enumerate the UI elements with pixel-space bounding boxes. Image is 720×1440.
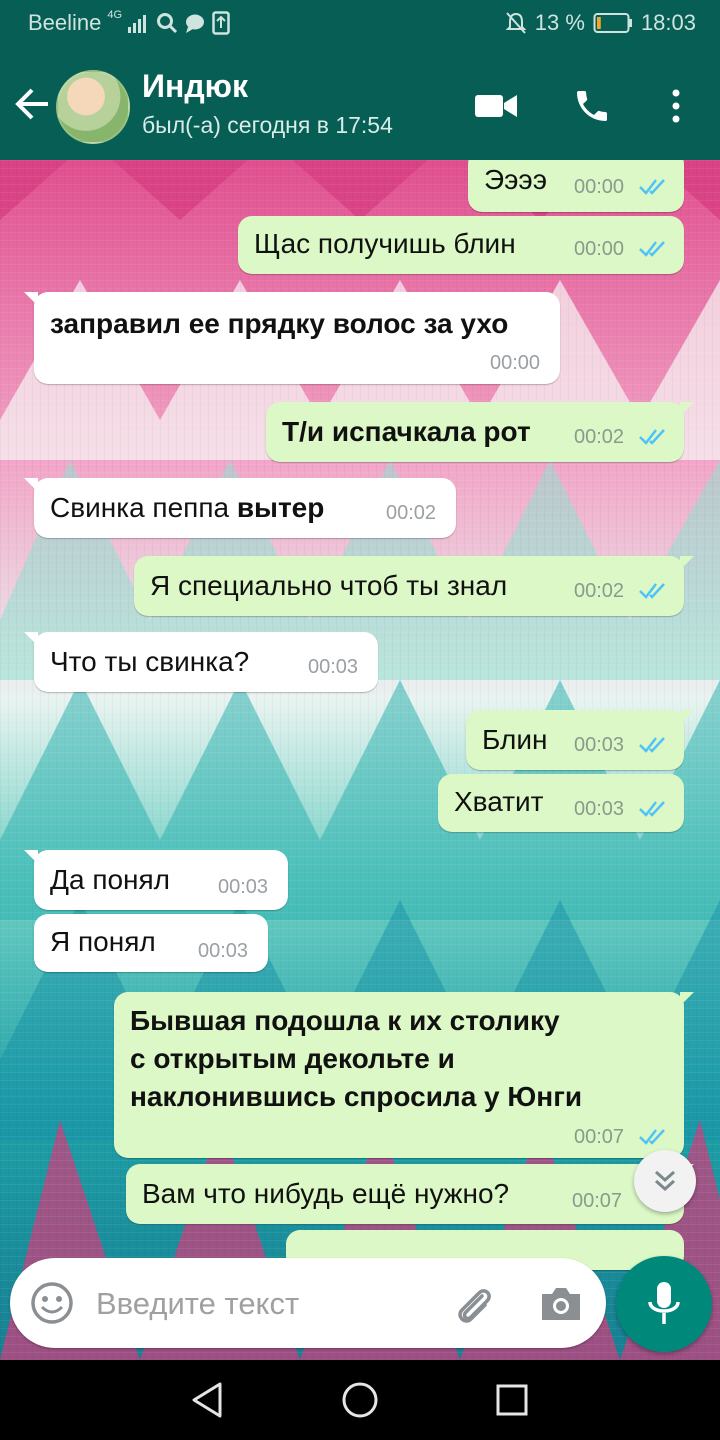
bubble-tail — [680, 992, 694, 1006]
message-bubble-incoming[interactable]: Да понял 00:03 — [24, 850, 288, 910]
message-time: 00:03 — [198, 940, 249, 962]
emoji-icon[interactable] — [30, 1281, 74, 1325]
message-text: Я понял — [50, 926, 156, 957]
bubble-tail — [680, 402, 694, 416]
message-text: Свинка пеппа вытер — [50, 492, 324, 524]
double-chevron-down-icon — [655, 1170, 675, 1192]
contact-name[interactable]: Индюк — [142, 68, 248, 105]
mute-bell-icon — [505, 11, 527, 35]
message-line: с открытым декольте и — [130, 1043, 455, 1074]
read-tick-icon — [639, 179, 665, 195]
bubble-tail — [24, 292, 38, 306]
message-time: 00:03 — [218, 876, 269, 898]
mic-icon — [648, 1282, 680, 1324]
chat-header: Индюк был(-а) сегодня в 17:54 — [0, 48, 720, 160]
message-time: 00:00 — [574, 176, 625, 198]
battery-icon — [593, 12, 633, 34]
more-vert-icon[interactable] — [654, 84, 698, 128]
message-text: Щас получишь блин — [254, 228, 516, 259]
message-bubble-incoming[interactable]: заправил ее прядку волос за ухо 00:00 — [24, 292, 560, 384]
message-time: 00:07 — [572, 1190, 623, 1212]
message-composer — [10, 1258, 606, 1348]
message-text: Хватит — [454, 786, 544, 817]
message-line: Бывшая подошла к их столику — [130, 1005, 560, 1036]
mic-button[interactable] — [616, 1256, 712, 1352]
nav-recents-icon[interactable] — [490, 1378, 534, 1422]
message-bubble-incoming[interactable]: Свинка пеппа вытер 00:02 — [24, 478, 456, 538]
signal-icon — [128, 13, 150, 33]
attach-icon[interactable] — [450, 1282, 496, 1328]
clock: 18:03 — [640, 10, 696, 35]
message-bubble-outgoing[interactable]: Вам что нибудь ещё нужно? 00:07 — [126, 1164, 694, 1224]
message-time: 00:03 — [574, 798, 625, 820]
scroll-down-button[interactable] — [634, 1150, 696, 1212]
message-text-plain: Свинка пеппа — [50, 492, 237, 523]
network-type: 4G — [107, 9, 123, 21]
bubble-tail — [24, 478, 38, 492]
message-bubble-outgoing[interactable]: Блин 00:03 — [466, 710, 694, 770]
nav-home-icon[interactable] — [338, 1378, 382, 1422]
upload-icon — [212, 11, 230, 35]
read-tick-icon — [639, 801, 665, 817]
message-bubble-outgoing[interactable]: Т/и испачкала рот 00:02 — [266, 402, 694, 462]
back-arrow-icon[interactable] — [12, 84, 52, 124]
nav-back-icon[interactable] — [186, 1378, 230, 1422]
read-tick-icon — [639, 737, 665, 753]
message-text: Я специально чтоб ты знал — [150, 570, 508, 601]
message-text: Т/и испачкала рот — [282, 416, 531, 447]
message-time: 00:00 — [490, 352, 541, 374]
camera-icon[interactable] — [538, 1284, 584, 1324]
message-bubble-outgoing[interactable]: Я специально чтоб ты знал 00:02 — [134, 556, 694, 616]
message-bubble-outgoing[interactable]: Ээээ 00:00 — [468, 160, 684, 212]
message-time: 00:00 — [574, 238, 625, 260]
message-time: 00:03 — [574, 734, 625, 756]
chat-area[interactable]: Ээээ 00:00 Щас получишь блин 00:00 запра… — [0, 160, 720, 1360]
message-time: 00:07 — [574, 1126, 625, 1148]
message-text: Да понял — [50, 864, 171, 895]
message-text: Вам что нибудь ещё нужно? — [142, 1178, 510, 1209]
search-icon — [156, 12, 178, 34]
message-line: наклонившись спросила у Юнги — [130, 1081, 583, 1112]
bubble-tail — [680, 556, 694, 570]
message-text: Бывшая подошла к их столику с открытым д… — [130, 1002, 582, 1116]
system-nav-bar — [0, 1360, 720, 1440]
bubble-tail — [24, 632, 38, 646]
video-call-icon[interactable] — [474, 84, 518, 128]
message-time: 00:02 — [574, 426, 625, 448]
message-bubble-outgoing[interactable]: Бывшая подошла к их столику с открытым д… — [114, 992, 694, 1158]
phone-call-icon[interactable] — [570, 84, 614, 128]
carrier-name: Beeline — [28, 10, 102, 35]
message-bubble-outgoing[interactable]: Хватит 00:03 — [438, 774, 684, 832]
message-time: 00:02 — [574, 580, 625, 602]
message-icon — [184, 12, 206, 34]
bubble-tail — [24, 850, 38, 864]
message-text: Ээээ — [484, 164, 547, 195]
last-seen-status: был(-а) сегодня в 17:54 — [142, 112, 393, 138]
message-time: 00:02 — [386, 502, 437, 524]
read-tick-icon — [639, 1129, 665, 1145]
message-time: 00:03 — [308, 656, 359, 678]
message-text-bold: вытер — [236, 492, 325, 523]
battery-percent: 13 % — [534, 10, 585, 35]
bubble-tail — [680, 710, 694, 724]
avatar[interactable] — [56, 70, 130, 144]
read-tick-icon — [639, 241, 665, 257]
message-bubble-outgoing[interactable]: Щас получишь блин 00:00 — [238, 216, 684, 274]
read-tick-icon — [639, 583, 665, 599]
message-bubble-incoming[interactable]: Я понял 00:03 — [34, 914, 268, 972]
message-bubble-incoming[interactable]: Что ты свинка? 00:03 — [24, 632, 378, 692]
message-input[interactable] — [94, 1280, 438, 1328]
message-text: Что ты свинка? — [50, 646, 250, 677]
message-text: заправил ее прядку волос за ухо — [50, 308, 509, 339]
status-bar: Beeline 4G 13 % 18:03 — [0, 0, 720, 48]
message-text: Блин — [482, 724, 548, 755]
read-tick-icon — [639, 429, 665, 445]
